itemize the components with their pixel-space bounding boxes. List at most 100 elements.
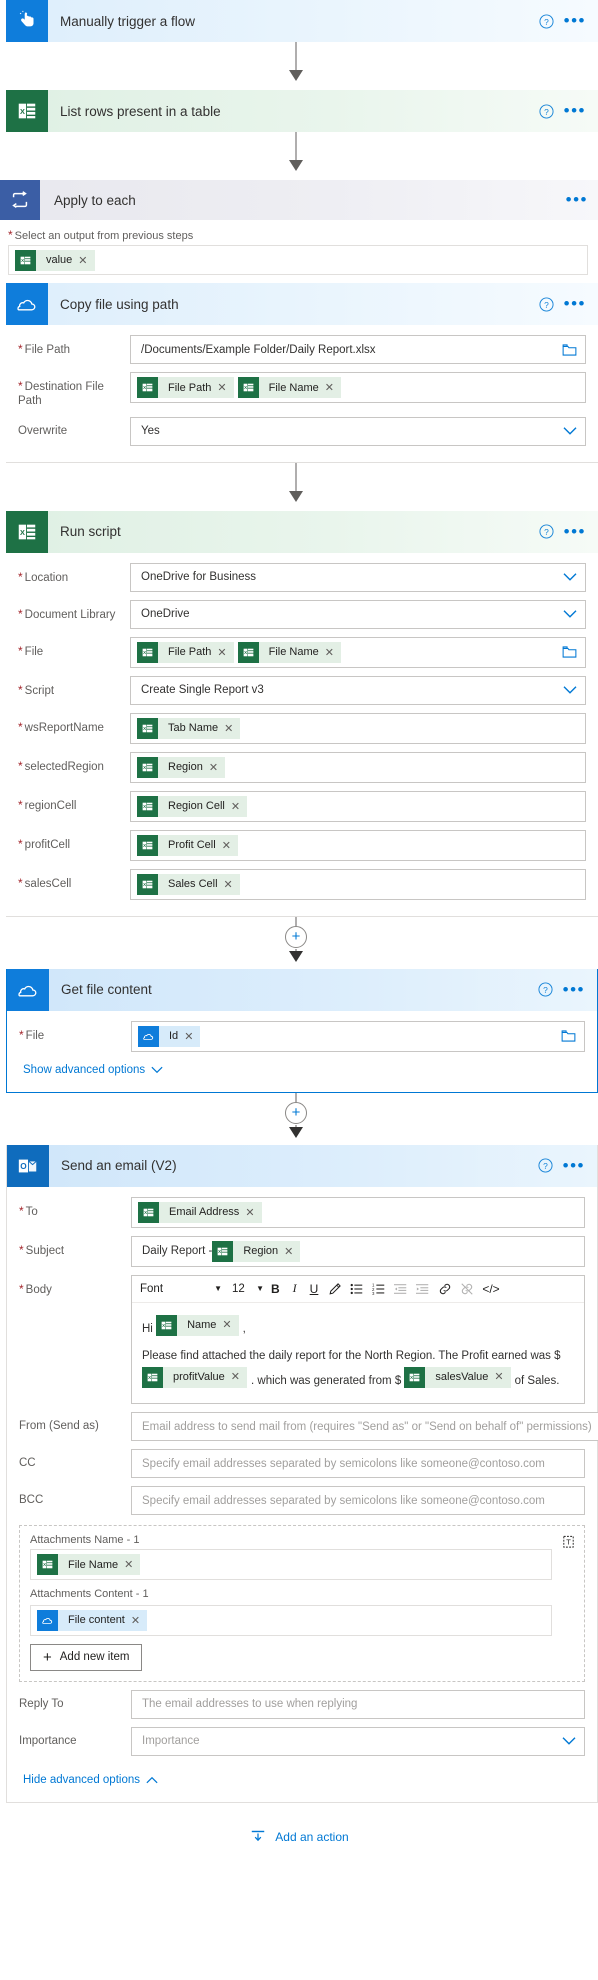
remove-token-icon[interactable]: ✕ (231, 1369, 247, 1386)
remove-token-icon[interactable]: ✕ (209, 761, 225, 774)
remove-token-icon[interactable]: ✕ (124, 1558, 140, 1571)
file-path-input[interactable]: /Documents/Example Folder/Daily Report.x… (130, 335, 586, 364)
insert-link-icon[interactable] (435, 1282, 455, 1296)
card-get-file-content[interactable]: Get file content ? ••• File Id ✕ (6, 968, 598, 1093)
remove-token-icon[interactable]: ✕ (78, 254, 94, 267)
more-options-icon[interactable]: ••• (564, 523, 586, 540)
card-manually-trigger-a-flow[interactable]: Manually trigger a flow ? ••• (6, 0, 598, 42)
chevron-down-icon[interactable] (563, 573, 577, 582)
remove-token-icon[interactable]: ✕ (325, 646, 341, 659)
salescell-input[interactable]: X Sales Cell ✕ (130, 868, 586, 900)
dynamic-token-file-content[interactable]: File content ✕ (37, 1609, 148, 1631)
remove-token-icon[interactable]: ✕ (325, 381, 341, 394)
file-input[interactable]: Id ✕ (131, 1020, 585, 1052)
chevron-down-icon[interactable] (563, 427, 577, 436)
switch-to-text-mode-icon[interactable]: T (561, 1534, 576, 1549)
wsreportname-input[interactable]: X Tab Name ✕ (130, 712, 586, 744)
remove-token-icon[interactable]: ✕ (131, 1614, 147, 1627)
show-advanced-options-link[interactable]: Show advanced options (21, 1060, 163, 1078)
card-header[interactable]: Manually trigger a flow ? ••• (6, 0, 598, 42)
insert-step-connector[interactable]: + (0, 1092, 592, 1145)
italic-button[interactable]: I (287, 1281, 303, 1296)
dynamic-token-sales-cell[interactable]: X Sales Cell ✕ (137, 873, 240, 895)
card-list-rows-present-in-a-table[interactable]: X List rows present in a table ? ••• (6, 90, 598, 132)
chevron-down-icon[interactable] (562, 1737, 576, 1746)
more-options-icon[interactable]: ••• (564, 12, 586, 29)
file-input[interactable]: X File Path ✕ X File Name ✕ (130, 636, 586, 668)
select-output-input[interactable]: X value ✕ (8, 245, 588, 275)
more-options-icon[interactable]: ••• (564, 102, 586, 119)
profitcell-input[interactable]: X Profit Cell ✕ (130, 829, 586, 861)
dynamic-token-salesvalue[interactable]: X salesValue ✕ (404, 1367, 511, 1389)
more-options-icon[interactable]: ••• (563, 1157, 585, 1174)
folder-icon[interactable] (561, 1029, 576, 1043)
more-options-icon[interactable]: ••• (564, 295, 586, 312)
selectedregion-input[interactable]: X Region ✕ (130, 751, 586, 783)
help-icon[interactable]: ? (539, 13, 554, 29)
card-run-script[interactable]: X Run script ? ••• Location OneDrive for… (6, 510, 598, 917)
attachments-content-input[interactable]: File content ✕ (30, 1604, 553, 1636)
help-icon[interactable]: ? (538, 1158, 553, 1173)
dynamic-token-region[interactable]: X Region ✕ (137, 756, 226, 778)
dynamic-token-profit-cell[interactable]: X Profit Cell ✕ (137, 834, 238, 856)
dynamic-token-file-path[interactable]: X File Path ✕ (137, 641, 234, 663)
bcc-input[interactable]: Specify email addresses separated by sem… (131, 1486, 585, 1516)
card-copy-file-using-path[interactable]: Copy file using path ? ••• File Path /Do… (6, 283, 598, 463)
dynamic-token-profitvalue[interactable]: X profitValue ✕ (142, 1367, 247, 1389)
help-icon[interactable]: ? (539, 103, 554, 119)
destination-file-path-input[interactable]: X File Path ✕ X File Name ✕ (130, 372, 586, 403)
chevron-down-icon[interactable] (563, 686, 577, 695)
card-header[interactable]: Get file content ? ••• (7, 968, 597, 1011)
font-family-dropdown[interactable]: Font ▼ (136, 1283, 228, 1295)
location-dropdown[interactable]: OneDrive for Business (130, 562, 586, 592)
dynamic-token-file-path[interactable]: X File Path ✕ (137, 377, 234, 398)
add-step-plus-icon[interactable]: + (285, 925, 307, 948)
card-header[interactable]: X Run script ? ••• (6, 510, 598, 553)
add-new-item-button[interactable]: + Add new item (30, 1643, 143, 1671)
attachments-name-input[interactable]: X File Name ✕ (30, 1549, 553, 1581)
dynamic-token-value[interactable]: X value ✕ (15, 249, 95, 271)
add-step-plus-icon[interactable]: + (285, 1101, 307, 1124)
card-header[interactable]: X List rows present in a table ? ••• (6, 90, 598, 132)
dynamic-token-file-name[interactable]: X File Name ✕ (37, 1554, 141, 1576)
dynamic-token-tab-name[interactable]: X Tab Name ✕ (137, 717, 241, 739)
help-icon[interactable]: ? (539, 296, 554, 312)
numbered-list-icon[interactable]: 123 (369, 1282, 389, 1296)
chevron-down-icon[interactable] (563, 610, 577, 619)
folder-icon[interactable] (562, 645, 577, 659)
dynamic-token-file-name[interactable]: X File Name ✕ (237, 641, 341, 663)
help-icon[interactable]: ? (538, 982, 553, 997)
card-apply-to-each[interactable]: Apply to each ••• Select an output from … (0, 180, 598, 283)
remove-token-icon[interactable]: ✕ (222, 1317, 238, 1334)
remove-token-icon[interactable]: ✕ (217, 646, 233, 659)
code-view-icon[interactable]: </> (479, 1282, 502, 1296)
dynamic-token-name[interactable]: X Name ✕ (156, 1314, 239, 1336)
underline-button[interactable]: U (305, 1282, 324, 1296)
remove-token-icon[interactable]: ✕ (494, 1369, 510, 1386)
remove-token-icon[interactable]: ✕ (224, 722, 240, 735)
remove-link-icon[interactable] (457, 1282, 477, 1296)
cc-input[interactable]: Specify email addresses separated by sem… (131, 1449, 585, 1479)
remove-token-icon[interactable]: ✕ (222, 839, 238, 852)
text-color-pen-icon[interactable] (325, 1282, 345, 1296)
dynamic-token-file-name[interactable]: X File Name ✕ (237, 377, 341, 398)
more-options-icon[interactable]: ••• (563, 981, 585, 998)
reply-to-input[interactable]: The email addresses to use when replying (131, 1689, 585, 1719)
importance-dropdown[interactable]: Importance (131, 1726, 585, 1756)
font-size-dropdown[interactable]: 12 ▼ (230, 1283, 264, 1295)
subject-input[interactable]: Daily Report - X Region ✕ (131, 1235, 585, 1267)
card-header[interactable]: Apply to each ••• (0, 180, 598, 220)
remove-token-icon[interactable]: ✕ (217, 381, 233, 394)
add-an-action-button[interactable]: Add an action (0, 1829, 598, 1845)
more-options-icon[interactable]: ••• (566, 191, 588, 208)
remove-token-icon[interactable]: ✕ (224, 878, 240, 891)
rich-text-editor[interactable]: Font ▼ 12 ▼ B I U 1 2 3 </> Hi X Name ✕ … (131, 1274, 585, 1405)
dynamic-token-id[interactable]: Id ✕ (138, 1025, 201, 1047)
remove-token-icon[interactable]: ✕ (245, 1206, 261, 1219)
remove-token-icon[interactable]: ✕ (231, 800, 247, 813)
card-send-an-email-v2[interactable]: O Send an email (V2) ? ••• To X Email Ad… (6, 1144, 598, 1803)
remove-token-icon[interactable]: ✕ (284, 1245, 300, 1258)
help-icon[interactable]: ? (539, 524, 554, 539)
hide-advanced-options-link[interactable]: Hide advanced options (21, 1770, 158, 1788)
decrease-indent-icon[interactable] (391, 1282, 411, 1296)
